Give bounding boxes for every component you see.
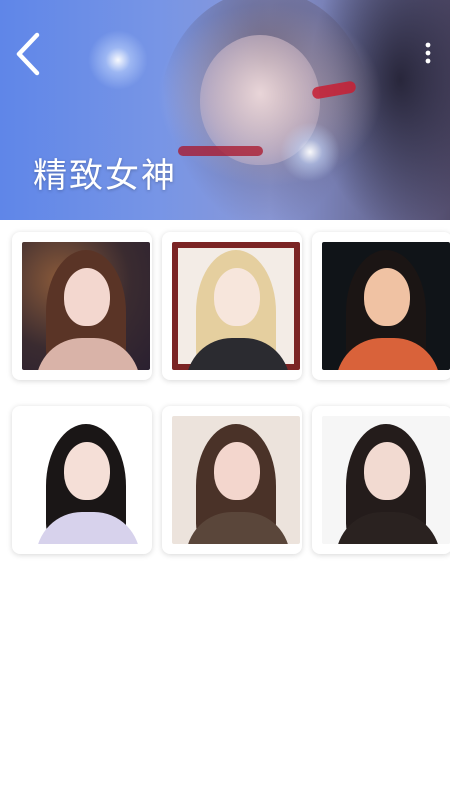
grid-item[interactable]	[162, 406, 302, 554]
thumbnail-image	[22, 242, 150, 370]
grid-item[interactable]	[312, 232, 450, 380]
thumb-face	[214, 268, 260, 326]
thumb-face	[364, 268, 410, 326]
grid-item[interactable]	[162, 232, 302, 380]
more-vertical-icon	[425, 42, 431, 64]
thumbnail-image	[322, 242, 450, 370]
back-button[interactable]	[8, 30, 48, 78]
thumbnail-image	[22, 416, 150, 544]
sparkle-icon	[83, 25, 153, 95]
thumb-face	[64, 268, 110, 326]
sparkle-icon	[275, 117, 345, 187]
more-options-button[interactable]	[416, 38, 440, 68]
grid-item[interactable]	[12, 406, 152, 554]
grid-item[interactable]	[12, 232, 152, 380]
banner-illustration-choker	[178, 146, 263, 156]
thumbnail-image	[172, 242, 300, 370]
image-grid	[0, 220, 450, 800]
thumbnail-image	[322, 416, 450, 544]
thumb-face	[364, 442, 410, 500]
thumbnail-image	[172, 416, 300, 544]
thumb-face	[214, 442, 260, 500]
header-banner: 精致女神	[0, 0, 450, 220]
page-title: 精致女神	[33, 156, 177, 196]
grid-item[interactable]	[312, 406, 450, 554]
chevron-left-icon	[16, 32, 40, 76]
thumb-face	[64, 442, 110, 500]
